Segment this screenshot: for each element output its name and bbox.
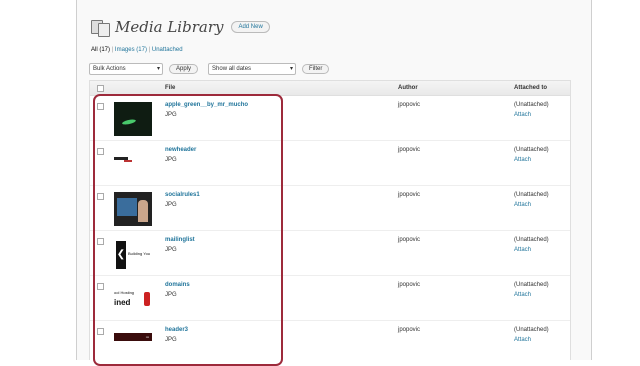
select-arrow-icon: ▾ <box>156 66 160 72</box>
author: jpopovic <box>398 102 421 108</box>
page-title: Media Library <box>115 18 224 36</box>
attach-link[interactable]: Attach <box>514 202 531 208</box>
bulk-actions-select[interactable]: Bulk Actions ▾ <box>89 63 163 75</box>
author: jpopovic <box>398 192 421 198</box>
attach-link[interactable]: Attach <box>514 112 531 118</box>
attached-status: (Unattached) <box>514 237 549 243</box>
attached-status: (Unattached) <box>514 102 549 108</box>
attach-link[interactable]: Attach <box>514 247 531 253</box>
select-all-checkbox[interactable] <box>97 85 104 92</box>
filter-unattached[interactable]: Unattached <box>152 47 183 53</box>
attached-status: (Unattached) <box>514 327 549 333</box>
column-author: Author <box>398 85 418 91</box>
author: jpopovic <box>398 237 421 243</box>
toolbar: Bulk Actions ▾ Apply Show all dates ▾ Filt… <box>89 63 330 75</box>
title-row: Media Library Add New <box>91 18 270 37</box>
attach-link[interactable]: Attach <box>514 157 531 163</box>
author: jpopovic <box>398 282 421 288</box>
filter-links: All (17) | Images (17) | Unattached <box>91 47 183 53</box>
author: jpopovic <box>398 147 421 153</box>
attach-link[interactable]: Attach <box>514 292 531 298</box>
select-arrow-icon: ▾ <box>290 66 294 72</box>
filter-images[interactable]: Images (17) <box>115 47 147 53</box>
column-attached-to: Attached to <box>514 85 547 91</box>
column-file[interactable]: File <box>165 85 175 91</box>
filter-all[interactable]: All (17) <box>91 47 110 53</box>
add-new-button[interactable]: Add New <box>231 21 270 33</box>
filter-button[interactable]: Filter <box>302 64 330 74</box>
attached-status: (Unattached) <box>514 192 549 198</box>
author: jpopovic <box>398 327 421 333</box>
media-library-icon <box>91 18 111 37</box>
date-filter-select[interactable]: Show all dates ▾ <box>208 63 297 75</box>
attached-status: (Unattached) <box>514 282 549 288</box>
attach-link[interactable]: Attach <box>514 337 531 343</box>
apply-button[interactable]: Apply <box>169 64 199 74</box>
attached-status: (Unattached) <box>514 147 549 153</box>
highlight-annotation-box <box>93 94 283 366</box>
